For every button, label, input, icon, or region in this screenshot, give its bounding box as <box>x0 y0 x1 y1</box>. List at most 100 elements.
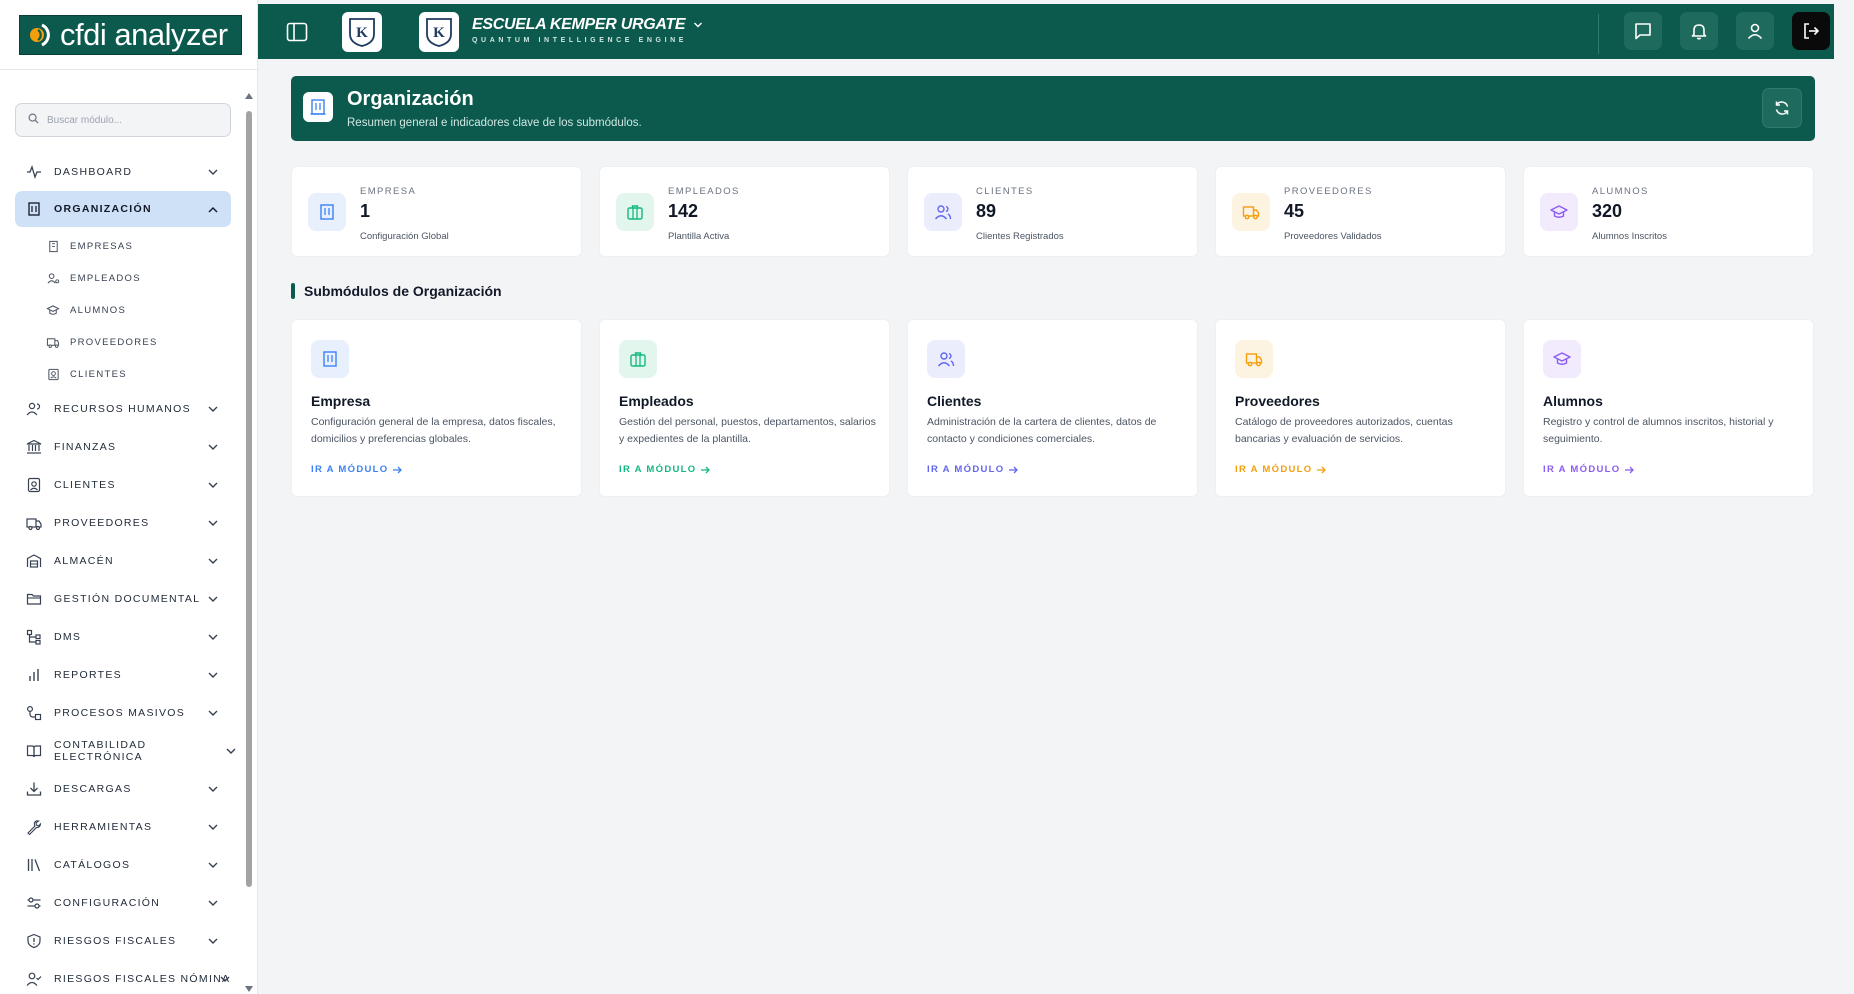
sidebar-item-almacen[interactable]: ALMACÉN <box>15 542 231 580</box>
refresh-button[interactable] <box>1762 88 1802 128</box>
section-title: Submódulos de Organización <box>291 283 502 299</box>
notifications-button[interactable] <box>1680 12 1718 50</box>
sidebar-item-label: PROVEEDORES <box>54 517 150 529</box>
stat-value: 320 <box>1592 201 1623 221</box>
chevron-down-icon <box>208 558 218 564</box>
sidebar-item-catalogos[interactable]: CATÁLOGOS <box>15 846 231 884</box>
sidebar-item-dms[interactable]: DMS <box>15 618 231 656</box>
page-header: Organización Resumen general e indicador… <box>291 76 1815 141</box>
arrow-right-icon <box>701 466 711 473</box>
stat-label: EMPLEADOS <box>668 186 740 197</box>
sidebar-item-descargas[interactable]: DESCARGAS <box>15 770 231 808</box>
school-crest-icon: K <box>349 18 375 47</box>
sidebar-scrollbar[interactable] <box>244 93 254 993</box>
sidebar-item-reportes[interactable]: REPORTES <box>15 656 231 694</box>
go-to-module-link[interactable]: IR A MÓDULO <box>619 464 711 475</box>
stat-value: 1 <box>360 201 371 221</box>
module-card-clientes[interactable]: Clientes Administración de la cartera de… <box>907 319 1198 497</box>
sidebar-item-clientes[interactable]: CLIENTES <box>15 466 231 504</box>
chevron-down-icon <box>208 634 218 640</box>
go-to-module-link[interactable]: IR A MÓDULO <box>927 464 1019 475</box>
truck-icon <box>26 515 42 531</box>
sidebar-nav: DASHBOARD ORGANIZACIÓN EMPRESAS EMPLEADO… <box>15 153 236 994</box>
module-card-empleados[interactable]: Empleados Gestión del personal, puestos,… <box>599 319 890 497</box>
scrollbar-thumb[interactable] <box>246 111 252 887</box>
chevron-down-icon <box>208 169 218 175</box>
graduation-cap-icon <box>46 303 60 317</box>
stat-description: Configuración Global <box>360 231 449 242</box>
go-to-module-link[interactable]: IR A MÓDULO <box>311 464 403 475</box>
sidebar-item-label: CLIENTES <box>54 479 116 491</box>
stats-row: EMPRESA 1 Configuración Global EMPLEADOS… <box>291 166 1815 257</box>
sidebar-item-contabilidad-electronica[interactable]: CONTABILIDAD ELECTRÓNICA <box>15 732 236 770</box>
link-label: IR A MÓDULO <box>927 464 1005 475</box>
messages-button[interactable] <box>1624 12 1662 50</box>
user-check-icon <box>26 971 42 987</box>
svg-text:K: K <box>356 25 368 41</box>
truck-icon <box>46 335 60 349</box>
chevron-down-icon <box>208 672 218 678</box>
sidebar-item-finanzas[interactable]: FINANZAS <box>15 428 231 466</box>
sidebar-item-label: FINANZAS <box>54 441 117 453</box>
sidebar-item-configuracion[interactable]: CONFIGURACIÓN <box>15 884 231 922</box>
link-label: IR A MÓDULO <box>1235 464 1313 475</box>
sidebar-subitem-empleados[interactable]: EMPLEADOS <box>15 262 231 294</box>
stat-description: Proveedores Validados <box>1284 231 1382 242</box>
scroll-down-arrow-icon[interactable] <box>245 986 253 992</box>
sidebar-subitem-label: ALUMNOS <box>70 304 127 316</box>
go-to-module-link[interactable]: IR A MÓDULO <box>1235 464 1327 475</box>
brand-name: cfdi analyzer <box>60 17 228 52</box>
sidebar-item-dashboard[interactable]: DASHBOARD <box>15 153 231 191</box>
sidebar-subitem-clientes[interactable]: CLIENTES <box>15 358 231 390</box>
card-description: Configuración general de la empresa, dat… <box>311 416 556 445</box>
logout-icon <box>1804 23 1820 39</box>
chevron-down-icon <box>694 22 703 28</box>
sidebar-subitem-empresas[interactable]: EMPRESAS <box>15 230 231 262</box>
sidebar-subitem-alumnos[interactable]: ALUMNOS <box>15 294 231 326</box>
folder-icon <box>26 591 42 607</box>
sidebar-item-label: HERRAMIENTAS <box>54 821 153 833</box>
chevron-down-icon <box>208 406 218 412</box>
profile-button[interactable] <box>1736 12 1774 50</box>
module-card-proveedores[interactable]: Proveedores Catálogo de proveedores auto… <box>1215 319 1506 497</box>
app-logo[interactable]: K <box>342 12 382 52</box>
section-accent-bar <box>291 283 295 299</box>
module-search[interactable] <box>15 103 231 137</box>
go-to-module-link[interactable]: IR A MÓDULO <box>1543 464 1635 475</box>
sidebar-item-label: GESTIÓN DOCUMENTAL <box>54 593 201 605</box>
sidebar-toggle-icon[interactable] <box>286 22 308 42</box>
sidebar-item-riesgos-fiscales-nomina[interactable]: RIESGOS FISCALES NÓMINA <box>15 960 231 994</box>
sidebar-item-procesos-masivos[interactable]: PROCESOS MASIVOS <box>15 694 231 732</box>
brand-logo[interactable]: cfdi analyzer <box>19 14 242 55</box>
building-icon <box>308 193 346 231</box>
building-icon <box>26 201 42 217</box>
stat-value: 89 <box>976 201 997 221</box>
sidebar-subitem-label: PROVEEDORES <box>70 336 158 348</box>
sidebar-item-recursos-humanos[interactable]: RECURSOS HUMANOS <box>15 390 231 428</box>
sidebar-subitem-proveedores[interactable]: PROVEEDORES <box>15 326 231 358</box>
download-icon <box>26 781 42 797</box>
stat-card-empleados: EMPLEADOS 142 Plantilla Activa <box>599 166 890 257</box>
school-name: ESCUELA KEMPER URGATE <box>472 16 686 33</box>
sidebar-item-label: DASHBOARD <box>54 166 133 178</box>
school-logo[interactable]: K <box>419 12 459 52</box>
sidebar-item-gestion-documental[interactable]: GESTIÓN DOCUMENTAL <box>15 580 231 618</box>
building-icon <box>311 340 349 378</box>
scroll-up-arrow-icon[interactable] <box>245 93 253 99</box>
card-title: Proveedores <box>1235 393 1320 409</box>
stat-card-alumnos: ALUMNOS 320 Alumnos Inscritos <box>1523 166 1814 257</box>
sidebar-item-riesgos-fiscales[interactable]: RIESGOS FISCALES <box>15 922 231 960</box>
sidebar-item-organizacion[interactable]: ORGANIZACIÓN <box>15 191 231 227</box>
module-card-alumnos[interactable]: Alumnos Registro y control de alumnos in… <box>1523 319 1814 497</box>
card-title: Empleados <box>619 393 694 409</box>
sidebar-item-proveedores[interactable]: PROVEEDORES <box>15 504 231 542</box>
module-card-empresa[interactable]: Empresa Configuración general de la empr… <box>291 319 582 497</box>
school-selector[interactable]: ESCUELA KEMPER URGATE QUANTUM INTELLIGEN… <box>472 16 703 44</box>
workflow-icon <box>26 705 42 721</box>
sidebar-item-herramientas[interactable]: HERRAMIENTAS <box>15 808 231 846</box>
sidebar-item-label: RECURSOS HUMANOS <box>54 403 191 415</box>
tree-icon <box>26 629 42 645</box>
section-title-text: Submódulos de Organización <box>304 283 502 299</box>
logout-button[interactable] <box>1792 12 1830 50</box>
search-input[interactable] <box>47 114 217 126</box>
